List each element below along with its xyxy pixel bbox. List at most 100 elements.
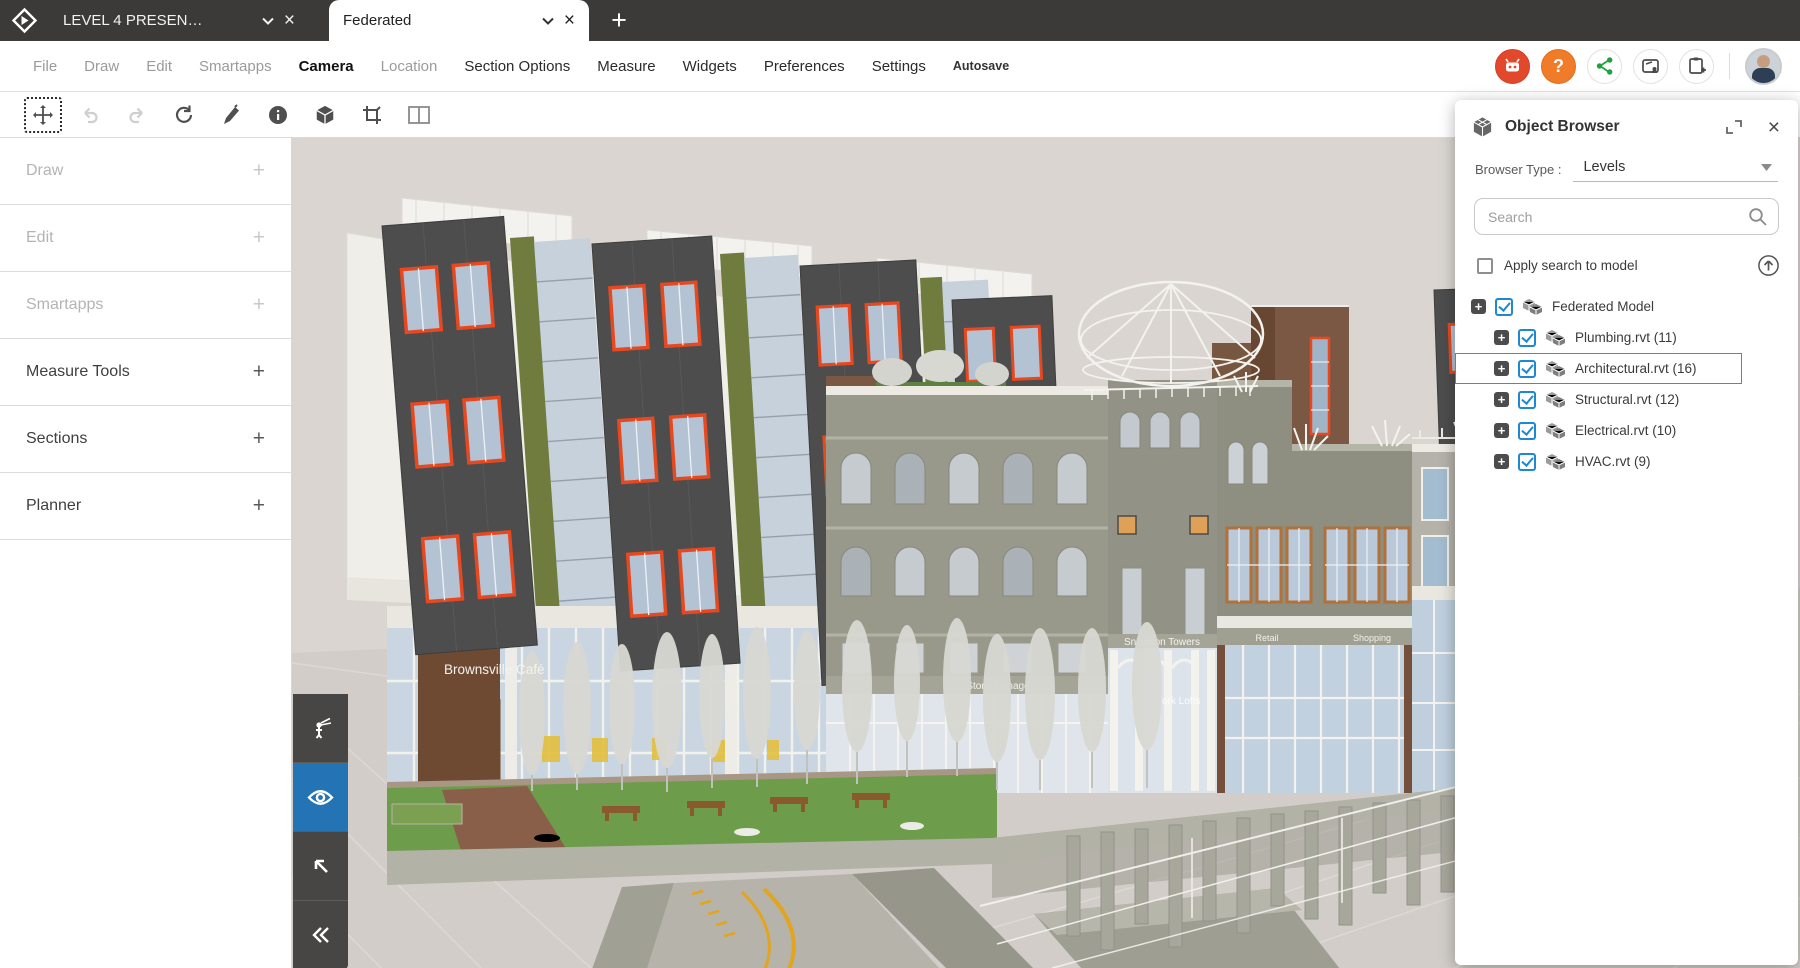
visibility-checkbox[interactable] <box>1518 329 1536 347</box>
plus-icon: + <box>253 226 265 250</box>
scroll-to-selected-button[interactable] <box>1757 254 1780 277</box>
tab-label: LEVEL 4 PRESEN… <box>63 12 252 29</box>
sidebar-section-measure-tools[interactable]: Measure Tools + <box>0 339 291 406</box>
model-cubes-icon <box>1545 329 1566 346</box>
chevron-down-icon[interactable] <box>542 17 554 25</box>
menu-measure[interactable]: Measure <box>597 58 655 75</box>
tree-label[interactable]: Structural.rvt (12) <box>1575 392 1679 407</box>
tree-row-hvac[interactable]: HVAC.rvt (9) <box>1455 446 1798 477</box>
section-label: Draw <box>26 162 63 180</box>
undo-button[interactable] <box>71 98 109 132</box>
menu-smartapps[interactable]: Smartapps <box>199 58 272 75</box>
tree-row-architectural[interactable]: Architectural.rvt (16) <box>1455 353 1742 384</box>
menu-camera[interactable]: Camera <box>299 58 354 75</box>
tree-label[interactable]: HVAC.rvt (9) <box>1575 454 1651 469</box>
close-tab-icon[interactable]: × <box>564 11 575 30</box>
browser-type-label: Browser Type : <box>1475 162 1561 177</box>
apply-search-checkbox[interactable] <box>1477 258 1493 274</box>
collapse-panel-button[interactable] <box>293 901 348 968</box>
tree-label[interactable]: Federated Model <box>1552 299 1654 314</box>
menu-draw[interactable]: Draw <box>84 58 119 75</box>
walk-mode-button[interactable] <box>293 694 348 763</box>
section-label: Measure Tools <box>26 363 130 381</box>
menu-autosave[interactable]: Autosave <box>953 59 1009 73</box>
issue-tracker-button[interactable] <box>1633 49 1668 84</box>
tree-row-federated-model[interactable]: Federated Model <box>1455 291 1798 322</box>
visibility-button[interactable] <box>293 763 348 832</box>
view-tools <box>293 694 348 968</box>
visibility-checkbox[interactable] <box>1518 422 1536 440</box>
model-cubes-icon <box>1545 391 1566 408</box>
close-panel-icon[interactable]: × <box>1768 117 1780 138</box>
cafe-sign: Brownsville Café <box>444 662 545 677</box>
expand-icon[interactable] <box>1471 299 1486 314</box>
sidebar-section-sections[interactable]: Sections+ <box>0 406 291 473</box>
pen-tool-button[interactable] <box>212 98 250 132</box>
tree-label[interactable]: Architectural.rvt (16) <box>1575 361 1697 376</box>
chevron-down-icon[interactable] <box>262 17 274 25</box>
share-button[interactable] <box>1587 49 1622 84</box>
split-view-button[interactable] <box>400 98 438 132</box>
browser-type-select[interactable]: Levels <box>1573 156 1778 182</box>
visibility-checkbox[interactable] <box>1495 298 1513 316</box>
crop-tool-button[interactable] <box>353 98 391 132</box>
expand-icon[interactable] <box>1494 392 1509 407</box>
menu-edit[interactable]: Edit <box>146 58 172 75</box>
expand-icon[interactable] <box>1494 361 1509 376</box>
new-tab-button[interactable]: + <box>589 0 649 41</box>
plus-icon: + <box>253 494 265 518</box>
help-button[interactable]: ? <box>1541 49 1576 84</box>
app-logo[interactable] <box>0 0 49 41</box>
tree-row-plumbing[interactable]: Plumbing.rvt (11) <box>1455 322 1798 353</box>
walk-person-icon <box>308 715 334 741</box>
move-tool-button[interactable] <box>24 97 62 133</box>
robot-icon <box>1503 57 1522 75</box>
tab-level4-presentation[interactable]: LEVEL 4 PRESEN… × <box>49 0 309 41</box>
dock-panel-icon[interactable] <box>1725 119 1743 135</box>
close-tab-icon[interactable]: × <box>284 11 295 30</box>
model-tree: Federated Model Plumbing.rvt (11) Archit <box>1455 287 1798 477</box>
select-tool-button[interactable] <box>293 832 348 901</box>
search-input[interactable] <box>1474 198 1779 235</box>
masonry-building: Store Signage <box>826 376 1108 793</box>
tree-row-electrical[interactable]: Electrical.rvt (10) <box>1455 415 1798 446</box>
add-sheet-button[interactable] <box>1679 49 1714 84</box>
expand-icon[interactable] <box>1494 454 1509 469</box>
question-mark-icon: ? <box>1553 56 1564 77</box>
search-icon[interactable] <box>1747 206 1768 232</box>
3d-object-button[interactable] <box>306 98 344 132</box>
plus-icon: + <box>253 360 265 384</box>
menu-settings[interactable]: Settings <box>872 58 926 75</box>
redo-button[interactable] <box>118 98 156 132</box>
model-cubes-icon <box>1545 360 1566 377</box>
visibility-checkbox[interactable] <box>1518 360 1536 378</box>
arrow-up-left-icon <box>309 854 333 878</box>
assistant-bot-button[interactable] <box>1495 49 1530 84</box>
menu-preferences[interactable]: Preferences <box>764 58 845 75</box>
cube-icon <box>314 104 336 126</box>
visibility-checkbox[interactable] <box>1518 453 1536 471</box>
expand-icon[interactable] <box>1494 330 1509 345</box>
sidebar-section-draw: Draw+ <box>0 138 291 205</box>
tab-federated[interactable]: Federated × <box>329 0 589 41</box>
visibility-checkbox[interactable] <box>1518 391 1536 409</box>
expand-icon[interactable] <box>1494 423 1509 438</box>
crop-icon <box>361 104 383 126</box>
tab-label: Federated <box>343 12 532 29</box>
tree-label[interactable]: Plumbing.rvt (11) <box>1575 330 1677 345</box>
move-arrows-icon <box>31 103 55 127</box>
shopping-sign: Shopping <box>1353 633 1391 643</box>
menu-section-options[interactable]: Section Options <box>464 58 570 75</box>
user-avatar[interactable] <box>1745 48 1782 85</box>
tree-label[interactable]: Electrical.rvt (10) <box>1575 423 1676 438</box>
chevron-down-icon <box>1761 164 1772 171</box>
info-button[interactable] <box>259 98 297 132</box>
sidebar-section-planner[interactable]: Planner+ <box>0 473 291 540</box>
menu-widgets[interactable]: Widgets <box>683 58 737 75</box>
menu-location[interactable]: Location <box>381 58 438 75</box>
tree-row-structural[interactable]: Structural.rvt (12) <box>1455 384 1798 415</box>
object-browser-icon <box>1471 115 1494 139</box>
rotate-view-button[interactable] <box>165 98 203 132</box>
menu-file[interactable]: File <box>33 58 57 75</box>
share-network-icon <box>1595 56 1615 76</box>
